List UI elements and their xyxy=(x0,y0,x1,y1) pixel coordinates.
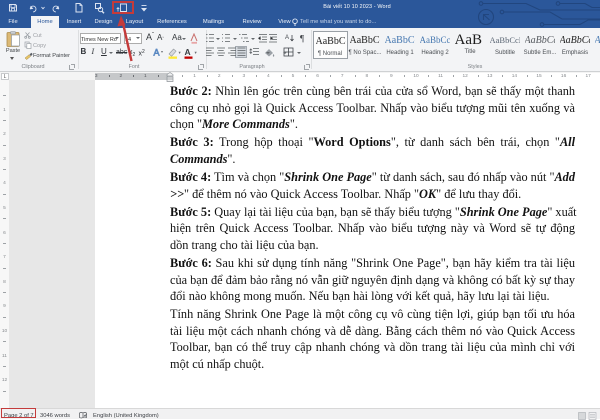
svg-text:▾: ▾ xyxy=(161,49,163,54)
svg-text:A: A xyxy=(285,35,289,41)
svg-text:▾: ▾ xyxy=(179,50,182,55)
svg-text:A: A xyxy=(184,47,190,57)
svg-text:¶: ¶ xyxy=(300,34,304,44)
svg-text:A: A xyxy=(153,48,159,58)
svg-text:▾: ▾ xyxy=(194,50,197,55)
